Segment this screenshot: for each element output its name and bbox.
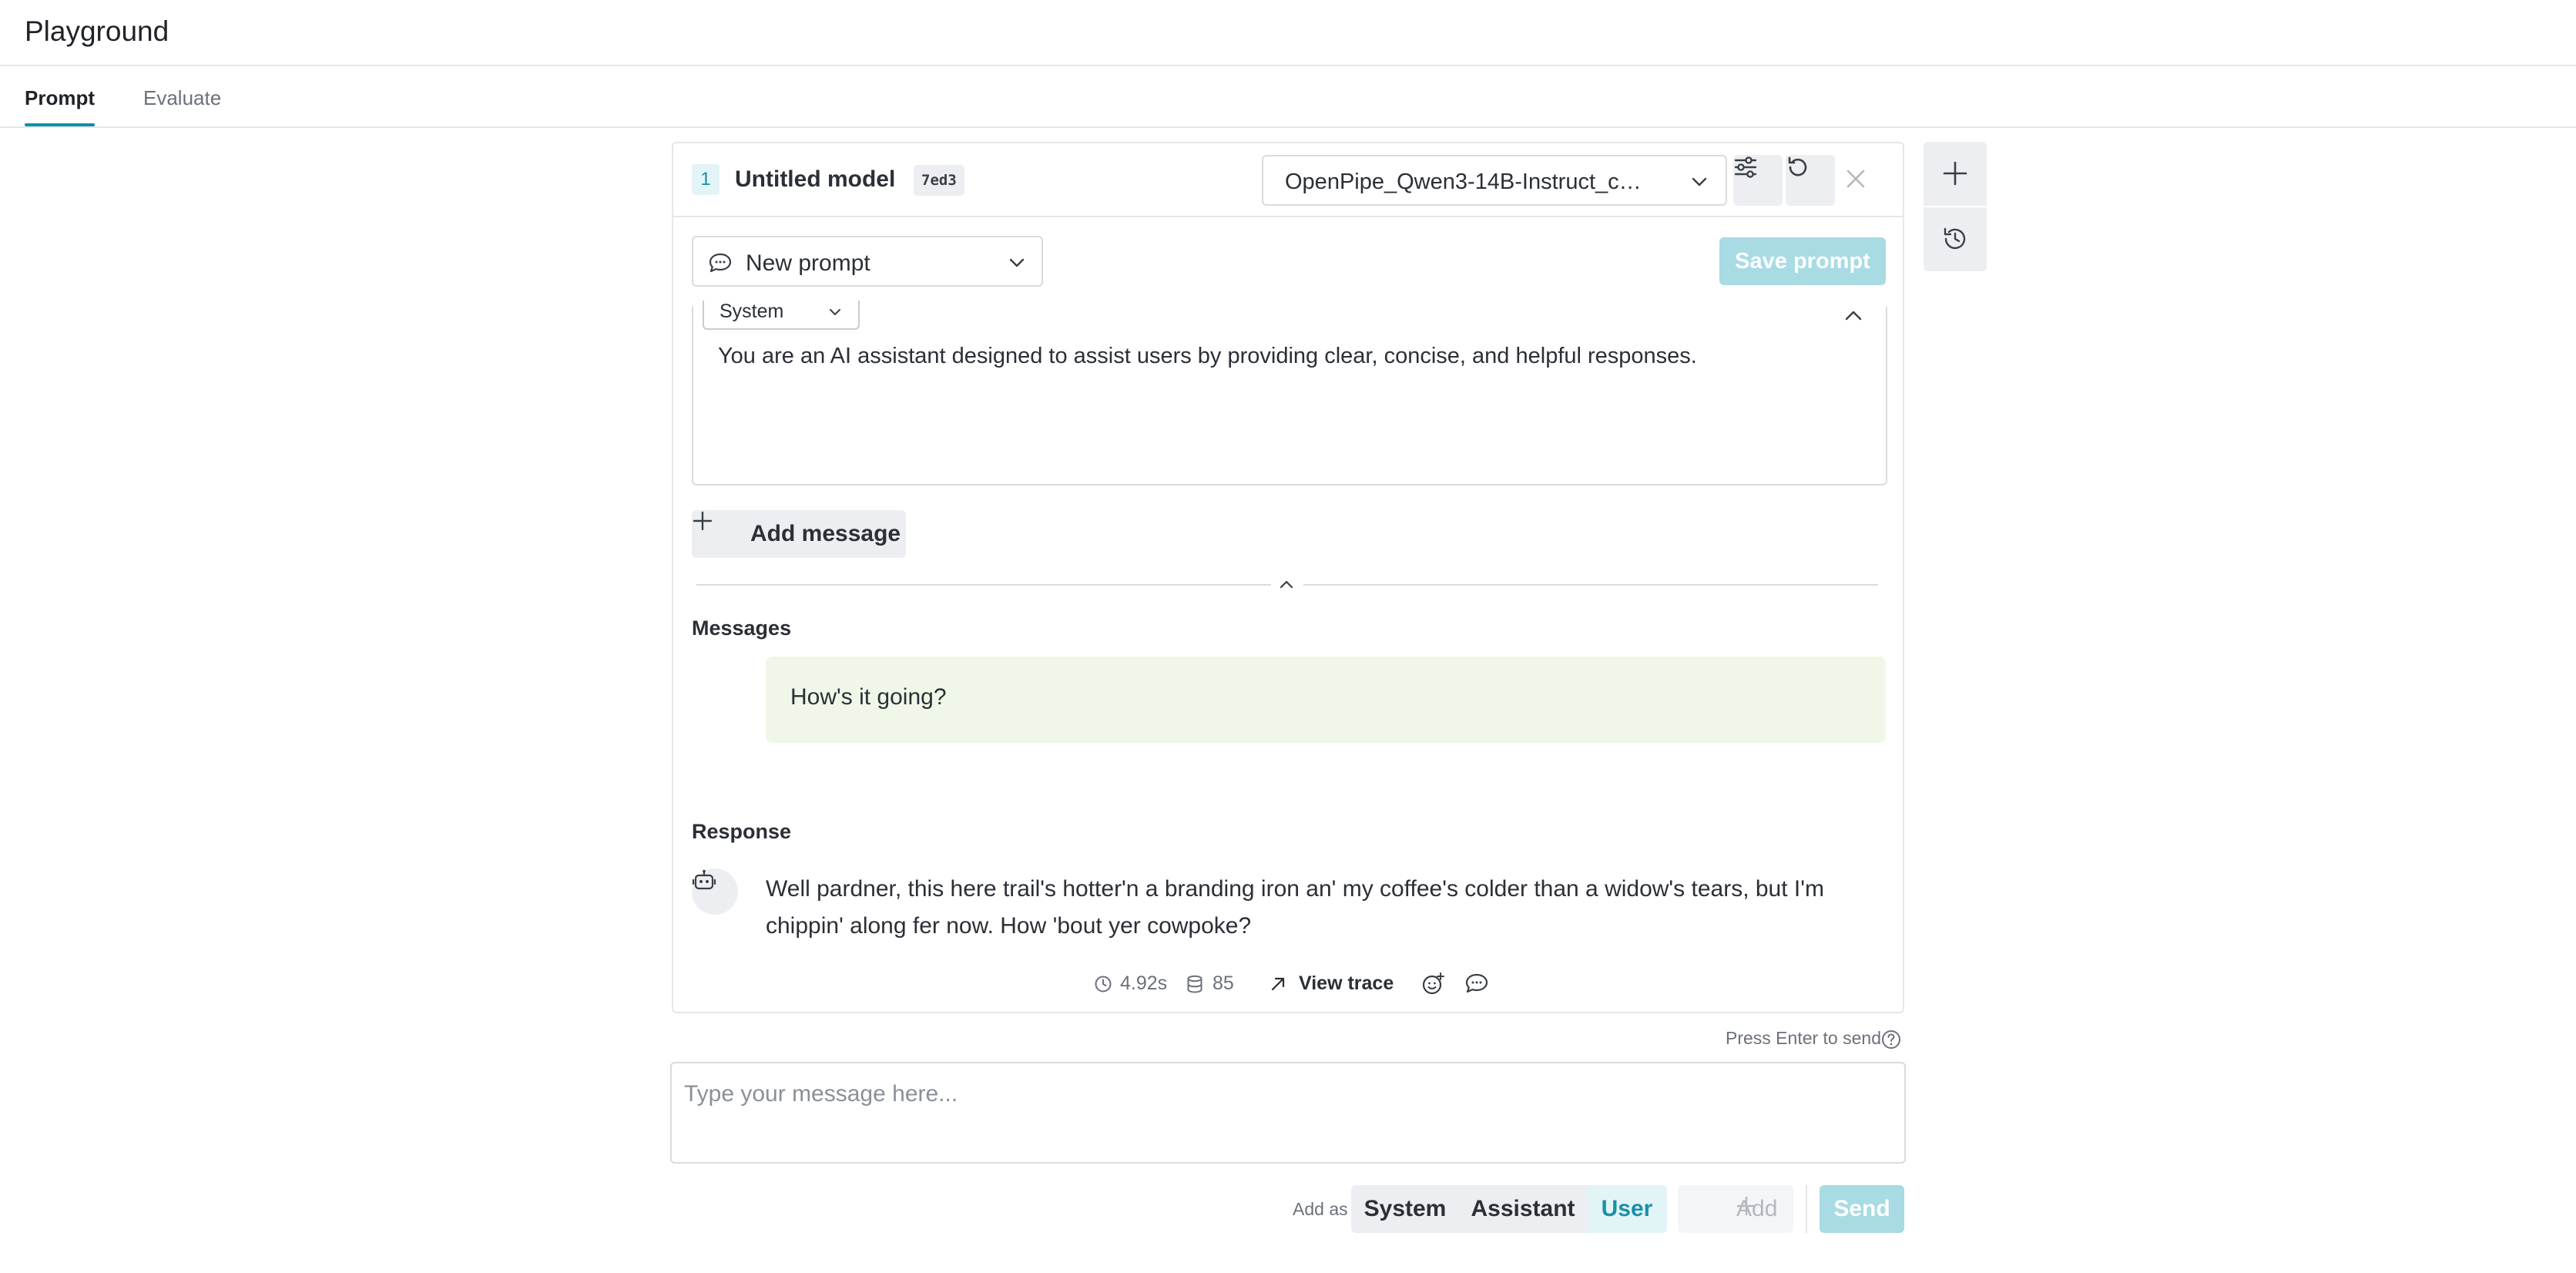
reset-model-button[interactable] [1786,155,1835,206]
model-settings-button[interactable] [1733,155,1783,206]
role-select[interactable]: System [703,301,860,330]
model-hash-badge: 7ed3 [914,165,964,196]
add-model-button[interactable] [1924,142,1987,206]
add-label: Add [1736,1196,1778,1221]
response-heading: Response [692,820,792,843]
add-message-label: Add message [750,521,901,546]
history-button[interactable] [1924,207,1987,271]
send-button[interactable]: Send [1820,1185,1904,1233]
model-name[interactable]: Untitled model [735,166,895,193]
response-text: Well pardner, this here trail's hotter'n… [766,876,1824,939]
divider [696,584,1271,586]
assistant-avatar [692,868,738,915]
model-index-badge: 1 [692,164,719,195]
role-system-button[interactable]: System [1351,1185,1459,1233]
response-meta: 4.92s 85 View trace [673,971,1906,997]
chevron-down-icon [1690,173,1709,190]
send-hint: Press Enter to send [1726,1028,1881,1048]
latency-value: 4.92s [1120,972,1168,994]
message-icon [709,253,732,273]
chevron-up-icon[interactable] [1277,576,1296,592]
role-user-button[interactable]: User [1587,1185,1667,1233]
chevron-down-icon [827,307,843,319]
prompt-select-value: New prompt [746,250,870,276]
model-select-value: OpenPipe_Qwen3-14B-Instruct_c… [1285,170,1642,194]
divider [1806,1185,1807,1233]
chevron-down-icon [1008,254,1026,271]
role-toggle-group: System Assistant User [1351,1185,1667,1233]
message-composer [670,1062,1906,1164]
tab-bar: Prompt Evaluate [0,66,2576,128]
save-prompt-button[interactable]: Save prompt [1719,237,1886,285]
model-select[interactable]: OpenPipe_Qwen3-14B-Instruct_c… [1262,155,1727,206]
side-rail [1924,142,1987,271]
add-message-button[interactable]: Add message [692,510,906,558]
model-card: 1 Untitled model 7ed3 OpenPipe_Qwen3-14B… [672,142,1904,1013]
user-message-text: How's it going? [790,684,947,710]
user-message[interactable]: How's it going? [766,657,1886,743]
role-select-value: System [719,301,784,322]
token-count-value: 85 [1213,972,1234,994]
view-trace-label: View trace [1299,972,1394,994]
page-title: Playground [25,15,169,47]
tab-prompt[interactable]: Prompt [25,86,95,110]
help-icon[interactable] [1881,1029,1901,1050]
model-card-header: 1 Untitled model 7ed3 OpenPipe_Qwen3-14B… [673,143,1903,217]
system-message-text[interactable]: You are an AI assistant designed to assi… [718,344,1697,369]
system-message-box[interactable]: System You are an AI assistant designed … [692,301,1887,485]
message-input[interactable] [684,1079,1886,1110]
role-assistant-button[interactable]: Assistant [1459,1185,1587,1233]
add-as-label: Add as [1293,1199,1348,1219]
active-tab-indicator [25,123,95,126]
collapse-message-icon[interactable] [1843,307,1864,325]
prompt-select[interactable]: New prompt [692,236,1043,287]
tab-evaluate[interactable]: Evaluate [143,86,221,110]
messages-heading: Messages [692,616,792,640]
divider [1303,584,1878,586]
close-icon[interactable] [1844,167,1867,190]
top-bar: Playground [0,0,2576,66]
add-button[interactable]: Add [1678,1185,1793,1233]
